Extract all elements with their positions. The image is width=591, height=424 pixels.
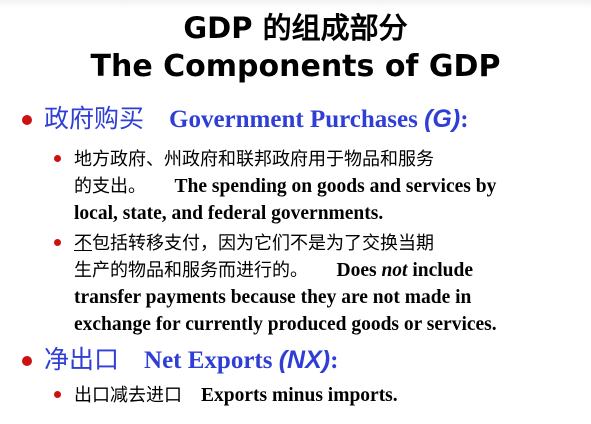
section-heading: 净出口 Net Exports (NX): — [44, 345, 338, 376]
bullet-icon — [22, 356, 32, 366]
item-en-line: Exports minus imports. — [201, 385, 398, 406]
slide-title-en: The Components of GDP — [90, 49, 501, 84]
section-heading-abbr: (NX) — [278, 346, 331, 374]
bullet-icon — [22, 115, 32, 125]
section-heading-en: Net Exports — [144, 347, 279, 374]
section-heading-en: Government Purchases — [169, 106, 425, 133]
section-heading: 政府购买 Government Purchases (G): — [44, 104, 469, 135]
section-heading-suffix: : — [330, 347, 339, 374]
item-zh-line: 生产的物品和服务而进行的。 — [74, 260, 308, 281]
slide-title-zh: GDP 的组成部分 — [183, 11, 408, 45]
item-zh-line: 的支出。 — [74, 176, 146, 197]
sub-bullet-icon — [54, 155, 61, 162]
item-en-line: local, state, and federal governments. — [74, 203, 384, 224]
item-zh-line: 包括转移支付，因为它们不是为了交换当期 — [92, 233, 434, 254]
sub-bullet-icon — [54, 239, 61, 246]
item-zh-line: 地方政府、州政府和联邦政府用于物品和服务 — [74, 149, 434, 170]
item-zh-line: 出口减去进口 — [74, 385, 182, 406]
section-heading-zh: 政府购买 — [44, 104, 145, 133]
item-zh-emphasis: 不 — [74, 233, 92, 254]
section-heading-suffix: : — [460, 106, 469, 133]
section-heading-abbr: (G) — [424, 105, 461, 133]
item-en-line: transfer payments because they are not m… — [74, 287, 472, 308]
item-en-emphasis: not — [381, 260, 408, 281]
top-shade — [0, 0, 591, 8]
section-heading-zh: 净出口 — [44, 345, 120, 374]
item-en-line: exchange for currently produced goods or… — [74, 314, 497, 335]
item-en-line: Does not include — [336, 260, 474, 281]
sub-bullet-icon — [54, 391, 61, 398]
item-en-line: The spending on goods and services by — [174, 176, 497, 197]
